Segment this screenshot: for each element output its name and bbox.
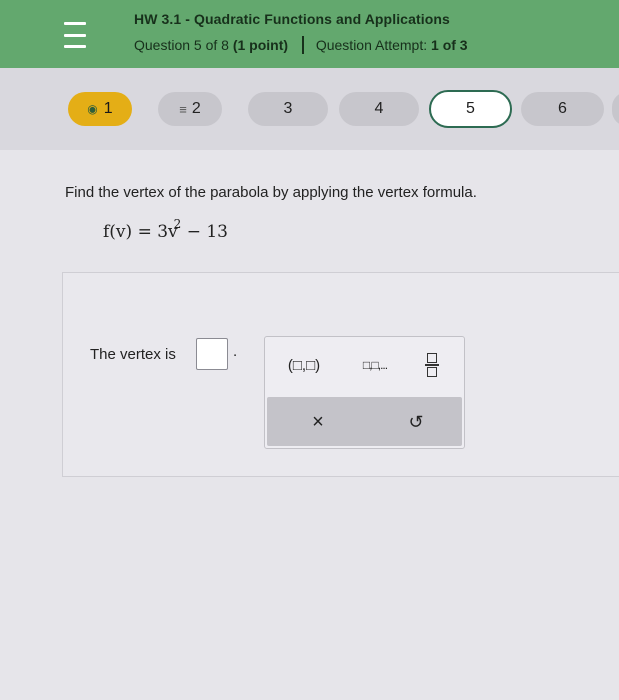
hamburger-menu-icon[interactable] bbox=[64, 22, 88, 48]
assignment-header: HW 3.1 - Quadratic Functions and Applica… bbox=[0, 0, 619, 68]
denominator-box bbox=[427, 366, 437, 377]
fraction-template-icon[interactable] bbox=[417, 347, 447, 383]
question-nav-2[interactable]: ≡ 2 bbox=[158, 92, 222, 126]
formula-exponent: 2 bbox=[173, 217, 182, 231]
question-nav-3[interactable]: 3 bbox=[248, 92, 328, 126]
question-number: 2 bbox=[191, 100, 201, 117]
assignment-title: HW 3.1 - Quadratic Functions and Applica… bbox=[134, 11, 450, 27]
question-number: 5 bbox=[466, 100, 475, 117]
question-number: 6 bbox=[558, 100, 567, 117]
list-button[interactable]: □,□,... bbox=[341, 351, 409, 379]
attempt-value: 1 of 3 bbox=[431, 37, 468, 53]
question-nav-7[interactable] bbox=[612, 92, 619, 126]
formula-base: f(v) = 3v bbox=[103, 222, 178, 242]
fraction-bar bbox=[425, 364, 439, 366]
partial-credit-icon: ◉ bbox=[87, 102, 98, 116]
question-nav-1[interactable]: ◉ 1 bbox=[68, 92, 132, 126]
numerator-box bbox=[427, 353, 437, 364]
answer-period: . bbox=[233, 343, 238, 360]
equals-icon: ≡ bbox=[179, 101, 187, 117]
formula-tail: − 13 bbox=[186, 222, 228, 242]
question-number: 3 bbox=[283, 100, 293, 117]
question-nav-6[interactable]: 6 bbox=[521, 92, 604, 126]
question-formula: f(v) = 3v2 − 13 bbox=[103, 217, 228, 242]
menu-line bbox=[64, 22, 86, 25]
palette-actions: × ↺ bbox=[267, 397, 462, 446]
question-nav-5[interactable]: 5 bbox=[429, 90, 512, 128]
question-number: 4 bbox=[374, 100, 384, 117]
math-palette: (□,□) □,□,... × ↺ bbox=[264, 336, 465, 449]
vertex-answer-input[interactable] bbox=[196, 338, 228, 370]
clear-icon[interactable]: × bbox=[303, 407, 333, 437]
question-info: Question 5 of 8 (1 point) Question Attem… bbox=[134, 36, 468, 54]
question-progress: Question 5 of 8 bbox=[134, 37, 229, 53]
menu-line bbox=[64, 45, 86, 48]
question-navigation: ◉ 1 ≡ 2 3 4 5 6 bbox=[0, 68, 619, 150]
answer-label: The vertex is bbox=[90, 346, 176, 363]
question-number: 1 bbox=[103, 100, 113, 117]
attempt-label: Question Attempt: bbox=[315, 37, 428, 53]
menu-line bbox=[64, 33, 86, 37]
ordered-pair-button[interactable]: (□,□) bbox=[273, 351, 335, 379]
question-prompt: Find the vertex of the parabola by apply… bbox=[65, 184, 477, 201]
undo-icon[interactable]: ↺ bbox=[401, 407, 431, 437]
question-nav-4[interactable]: 4 bbox=[339, 92, 419, 126]
question-points: (1 point) bbox=[232, 37, 289, 53]
divider bbox=[301, 36, 304, 54]
